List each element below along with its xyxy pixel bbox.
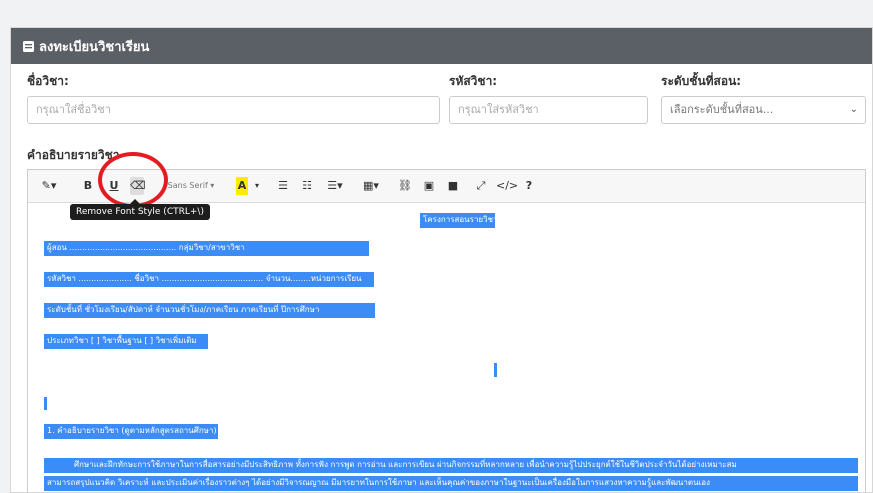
fullscreen-icon[interactable]: ⤢	[474, 177, 488, 195]
bold-button[interactable]: B	[82, 177, 94, 195]
editor-toolbar: ✎▾ B U ⌫ Sans Serif ▾ A ▾ ☰ ☷ ☰▾ ▦▾ ⛓ ▣ …	[28, 152, 865, 208]
eraser-icon[interactable]: ⌫	[130, 177, 146, 195]
content-paragraph: สามารถสรุปแนวคิด วิเคราะห์ และประเมินค่า…	[44, 476, 858, 491]
link-icon[interactable]: ⛓	[398, 177, 412, 195]
video-icon[interactable]: ■	[446, 177, 460, 195]
page-title: ลงทะเบียนวิชาเรียน	[39, 39, 150, 55]
image-icon[interactable]: ▣	[422, 177, 436, 195]
level-label: ระดับชั้นที่สอน:	[661, 74, 742, 88]
font-family-dropdown[interactable]: Sans Serif ▾	[158, 177, 224, 195]
underline-button[interactable]: U	[108, 177, 120, 195]
rich-text-editor: ✎▾ B U ⌫ Sans Serif ▾ A ▾ ☰ ☷ ☰▾ ▦▾ ⛓ ▣ …	[27, 152, 866, 492]
content-line-type: ประเภทวิชา [ ] วิชาพื้นฐาน [ ] วิชาเพิ่ม…	[44, 334, 208, 349]
content-section-title: 1. คำอธิบายรายวิชา (ดูตามหลักสูตรสถานศึก…	[44, 424, 218, 439]
editor-content[interactable]: โครงการสอนรายวิชา ผู้สอน ...............…	[28, 203, 865, 492]
card-header: ลงทะเบียนวิชาเรียน	[11, 28, 872, 64]
unordered-list-icon[interactable]: ☰	[276, 177, 290, 195]
text-color-dropdown[interactable]: ▾	[252, 177, 262, 195]
chevron-down-icon: ⌄	[849, 104, 858, 115]
course-code-label: รหัสวิชา:	[449, 74, 498, 88]
course-name-label: ชื่อวิชา:	[27, 74, 69, 88]
content-line-course: รหัสวิชา ..................... ชื่อวิชา …	[44, 272, 374, 287]
course-registration-card: ลงทะเบียนวิชาเรียน ชื่อวิชา: กรุณาใส่ชื่…	[10, 27, 873, 493]
content-heading: โครงการสอนรายวิชา	[420, 213, 495, 228]
content-line-level: ระดับชั้นที่ ชั่วโมงเรียน/สัปดาห์ จำนวนช…	[44, 303, 375, 318]
course-code-input[interactable]: กรุณาใส่รหัสวิชา	[449, 96, 648, 124]
table-icon[interactable]: ▦▾	[360, 177, 382, 195]
level-group: ระดับชั้นที่สอน: เลือกระดับชั้นที่สอน...…	[661, 72, 866, 124]
help-icon[interactable]: ?	[524, 177, 534, 195]
selection-marker	[44, 397, 47, 410]
course-name-group: ชื่อวิชา: กรุณาใส่ชื่อวิชา	[27, 72, 440, 124]
paragraph-align-icon[interactable]: ☰▾	[324, 177, 346, 195]
remove-font-style-tooltip: Remove Font Style (CTRL+\)	[70, 199, 210, 220]
course-info-row: ชื่อวิชา: กรุณาใส่ชื่อวิชา รหัสวิชา: กรุ…	[11, 72, 872, 132]
level-selected-value: เลือกระดับชั้นที่สอน...	[670, 103, 774, 116]
course-code-group: รหัสวิชา: กรุณาใส่รหัสวิชา	[449, 72, 648, 124]
content-line-teacher: ผู้สอน .................................…	[44, 241, 369, 256]
content-paragraph: ศึกษาและฝึกทักษะการใช้ภาษาในการสื่อสารอย…	[44, 458, 858, 473]
selection-marker	[494, 363, 497, 377]
course-name-input[interactable]: กรุณาใส่ชื่อวิชา	[27, 96, 440, 124]
form-icon	[23, 40, 34, 52]
level-select[interactable]: เลือกระดับชั้นที่สอน... ⌄	[661, 96, 866, 124]
magic-style-icon[interactable]: ✎▾	[36, 177, 62, 195]
code-view-icon[interactable]: </>	[496, 177, 518, 195]
text-color-icon[interactable]: A	[236, 177, 248, 195]
ordered-list-icon[interactable]: ☷	[300, 177, 314, 195]
description-label: คำอธิบายรายวิชา	[27, 148, 120, 162]
